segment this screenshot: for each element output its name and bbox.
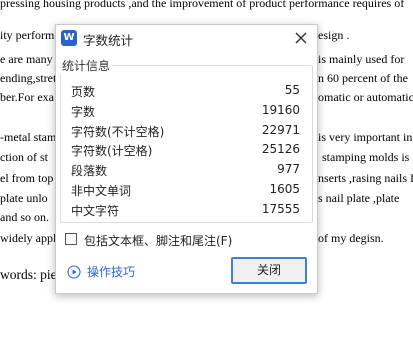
doc-line-fragment: is mainly used for: [318, 52, 405, 66]
doc-line: el from top: [0, 171, 54, 185]
stat-label: 字符数(不计空格): [71, 125, 165, 139]
stat-value: 977: [277, 162, 300, 176]
stat-label: 段落数: [71, 164, 108, 178]
stat-label: 页数: [71, 85, 96, 99]
dialog-title: 字数统计: [83, 33, 134, 48]
doc-line: ity perform: [0, 28, 55, 42]
tips-link-label[interactable]: 操作技巧: [87, 263, 135, 280]
doc-line-fragment: nserts ,rasing nails I: [318, 171, 413, 185]
doc-line: widely appli: [0, 231, 60, 245]
doc-line-fragment: esign .: [318, 28, 350, 42]
doc-line: ber.For exa: [0, 90, 54, 104]
close-icon[interactable]: [291, 28, 311, 48]
doc-line-fragment: omatic or automatic: [318, 90, 413, 104]
doc-line: plate unlo: [0, 191, 48, 205]
stat-row-non-chinese-words: 非中文单词 1605: [71, 182, 300, 200]
stat-label: 字符数(计空格): [71, 144, 153, 158]
dialog-titlebar[interactable]: W 字数统计: [56, 25, 317, 52]
close-button[interactable]: 关闭: [231, 257, 307, 284]
stat-value: 25126: [261, 142, 300, 156]
stat-value: 22971: [261, 123, 300, 137]
stat-value: 1605: [269, 182, 300, 196]
stats-group-title: 统计信息: [60, 57, 113, 74]
stat-row-chars-with-spaces: 字符数(计空格) 25126: [71, 142, 300, 160]
doc-line: -metal stam: [0, 130, 57, 144]
doc-line-fragment: s nail plate ,plate: [318, 191, 400, 205]
stat-row-words: 字数 19160: [71, 103, 300, 121]
stat-value: 17555: [261, 202, 300, 216]
doc-line: ction of st: [0, 150, 48, 164]
doc-keywords-line: words: pie: [0, 267, 57, 282]
doc-line: e are many: [0, 52, 53, 66]
stat-value: 19160: [261, 103, 300, 117]
doc-line-fragment: stamping molds is: [322, 150, 410, 164]
doc-line: ending,stret: [0, 71, 57, 85]
wps-logo-icon: W: [61, 30, 77, 46]
stat-row-pages: 页数 55: [71, 83, 300, 101]
include-textbox-footnotes-label[interactable]: 包括文本框、脚注和尾注(F): [84, 232, 232, 249]
play-circle-icon[interactable]: [67, 264, 81, 283]
doc-line: and so on.: [0, 210, 49, 224]
stat-value: 55: [284, 83, 300, 97]
stat-row-paragraphs: 段落数 977: [71, 162, 300, 180]
doc-line-fragment: n 60 percent of the: [318, 71, 408, 85]
stat-label: 字数: [71, 105, 96, 119]
stat-row-chars-no-spaces: 字符数(不计空格) 22971: [71, 123, 300, 141]
include-textbox-footnotes-checkbox[interactable]: [65, 233, 77, 245]
stat-label: 非中文单词: [71, 184, 132, 198]
doc-line-fragment: is very important in: [318, 130, 413, 144]
stat-label: 中文字符: [71, 204, 120, 218]
doc-line: pressing housing products ,and the impro…: [0, 0, 405, 10]
word-count-dialog: W 字数统计 统计信息 页数 55 字数 19160 字符数(不计空格) 229…: [55, 24, 318, 294]
doc-line-fragment: of my degisn.: [318, 231, 384, 245]
stat-row-chinese-chars: 中文字符 17555: [71, 202, 300, 220]
